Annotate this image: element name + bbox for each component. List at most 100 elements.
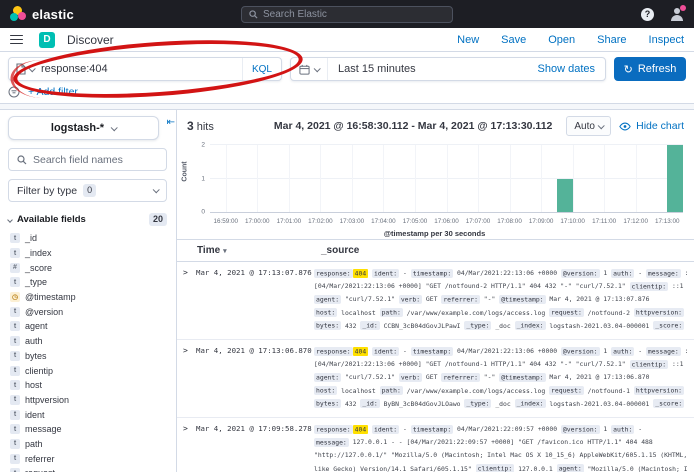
query-input[interactable]: response:404 <box>41 63 242 75</box>
app-navbar: D Discover NewSaveOpenShareInspect <box>0 28 694 52</box>
help-icon[interactable]: ? <box>641 8 654 21</box>
nav-action-open[interactable]: Open <box>548 34 575 46</box>
expand-row-icon[interactable]: > <box>183 423 196 435</box>
nav-action-new[interactable]: New <box>457 34 479 46</box>
field-badge: path: <box>380 386 403 395</box>
field-item-ident[interactable]: tident <box>8 407 167 422</box>
filter-by-type-select[interactable]: Filter by type 0 <box>8 179 167 202</box>
field-name: request <box>25 468 55 472</box>
interval-select[interactable]: Auto <box>566 116 611 136</box>
field-item-agent[interactable]: tagent <box>8 319 167 334</box>
field-badge: ident: <box>372 425 399 434</box>
navbar-actions: New Save Open Share Inspect <box>457 34 684 46</box>
field-badge: ident: <box>372 269 399 278</box>
field-badge: request: <box>549 308 584 317</box>
field-item-@timestamp[interactable]: ◷@timestamp <box>8 290 167 305</box>
field-item-request[interactable]: trequest <box>8 466 167 472</box>
field-item-message[interactable]: tmessage <box>8 422 167 437</box>
histogram-bar[interactable] <box>557 179 573 213</box>
index-pattern-select[interactable]: logstash-* <box>8 116 159 140</box>
chevron-down-icon <box>598 122 605 129</box>
user-avatar-icon[interactable] <box>669 7 684 22</box>
field-badge: host: <box>314 386 337 395</box>
field-item-httpversion[interactable]: thttpversion <box>8 393 167 408</box>
elastic-logo[interactable]: elastic <box>10 6 74 22</box>
field-item-path[interactable]: tpath <box>8 437 167 452</box>
field-item-auth[interactable]: tauth <box>8 334 167 349</box>
collapse-sidebar-icon[interactable]: ⇤ <box>167 117 175 128</box>
field-item-clientip[interactable]: tclientip <box>8 363 167 378</box>
discover-main: 3 hits Mar 4, 2021 @ 16:58:30.112 - Mar … <box>177 110 694 472</box>
histogram-plot[interactable] <box>210 145 683 213</box>
filter-options-icon[interactable] <box>8 86 20 98</box>
field-item-referrer[interactable]: treferrer <box>8 451 167 466</box>
space-badge[interactable]: D <box>39 32 55 48</box>
gridline <box>447 145 448 212</box>
doc-table-body: >Mar 4, 2021 @ 17:13:07.876response:404 … <box>177 262 694 472</box>
search-icon <box>17 155 27 165</box>
brand-name: elastic <box>32 7 74 22</box>
header-right: ? <box>641 7 684 22</box>
text-field-icon: t <box>10 395 20 405</box>
table-row: >Mar 4, 2021 @ 17:13:07.876response:404 … <box>177 262 694 340</box>
hits-header: 3 hits Mar 4, 2021 @ 16:58:30.112 - Mar … <box>177 110 694 140</box>
field-item-host[interactable]: thost <box>8 378 167 393</box>
row-time: Mar 4, 2021 @ 17:09:58.278 <box>196 423 314 435</box>
source-line: like Gecko) Version/14.1 Safari/605.1.15… <box>314 463 688 472</box>
nav-action-save[interactable]: Save <box>501 34 526 46</box>
field-name: _index <box>25 248 52 258</box>
field-item-@version[interactable]: t@version <box>8 304 167 319</box>
field-badge: _type: <box>464 321 491 330</box>
field-badge: referrer: <box>441 295 480 304</box>
text-field-icon: t <box>10 321 20 331</box>
sort-desc-icon[interactable]: ▾ <box>223 247 227 255</box>
available-fields-label: Available fields <box>17 214 86 225</box>
field-badge: message: <box>314 438 349 447</box>
field-name: @timestamp <box>25 292 76 302</box>
nav-action-share[interactable]: Share <box>597 34 626 46</box>
nav-action-inspect[interactable]: Inspect <box>649 34 684 46</box>
refresh-button[interactable]: ↻ Refresh <box>614 57 686 81</box>
row-source: response:404 ident: - timestamp: 04/Mar/… <box>314 423 688 472</box>
gridline <box>478 145 479 212</box>
text-field-icon: t <box>10 380 20 390</box>
show-dates-button[interactable]: Show dates <box>538 63 605 75</box>
histogram-bar[interactable] <box>667 145 683 212</box>
field-item-_index[interactable]: t_index <box>8 246 167 261</box>
field-name: clientip <box>25 366 53 376</box>
field-badge: httpversion: <box>634 308 684 317</box>
date-picker-menu-button[interactable] <box>291 58 328 80</box>
global-search-input[interactable]: Search Elastic <box>241 6 453 23</box>
source-line: message: 127.0.0.1 - - [04/Mar/2021:22:0… <box>314 436 688 449</box>
field-item-bytes[interactable]: tbytes <box>8 349 167 364</box>
field-badge: host: <box>314 308 337 317</box>
saved-query-menu-button[interactable] <box>9 58 41 80</box>
field-item-_id[interactable]: t_id <box>8 231 167 246</box>
refresh-label: Refresh <box>638 63 677 75</box>
menu-icon[interactable] <box>10 35 23 45</box>
time-range-value[interactable]: Last 15 minutes <box>328 63 426 75</box>
hide-chart-button[interactable]: Hide chart <box>619 120 684 132</box>
source-line: "http://127.0.0.1/" "Mozilla/5.0 (Macint… <box>314 449 688 462</box>
x-tick-label: 17:01:00 <box>277 218 302 225</box>
gridline <box>289 145 290 212</box>
chevron-down-icon <box>153 186 160 193</box>
field-badge: request: <box>549 386 584 395</box>
expand-row-icon[interactable]: > <box>183 267 196 279</box>
text-field-icon: t <box>10 351 20 361</box>
field-badge: clientip: <box>476 464 515 472</box>
query-language-button[interactable]: KQL <box>242 58 281 80</box>
add-filter-button[interactable]: + Add filter <box>28 86 78 98</box>
field-badge: @version: <box>561 269 600 278</box>
field-item-_score[interactable]: #_score <box>8 260 167 275</box>
field-search-input[interactable]: Search field names <box>8 148 167 171</box>
time-column-header[interactable]: Time ▾ <box>197 245 321 256</box>
field-item-_type[interactable]: t_type <box>8 275 167 290</box>
x-tick-label: 17:10:00 <box>560 218 585 225</box>
field-badge: message: <box>646 347 681 356</box>
available-fields-header[interactable]: Available fields 20 <box>8 213 167 226</box>
field-badge: clientip: <box>630 282 669 291</box>
x-tick-label: 17:09:00 <box>529 218 554 225</box>
expand-row-icon[interactable]: > <box>183 345 196 357</box>
y-tick-label: 2 <box>191 142 205 149</box>
